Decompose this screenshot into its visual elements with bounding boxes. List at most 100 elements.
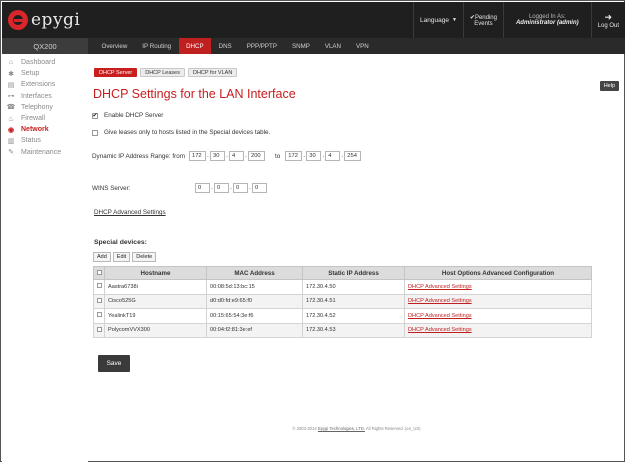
range-to-octet-3[interactable]: 4 (325, 151, 341, 161)
sidebar-item-label: Firewall (21, 115, 46, 123)
delete-button[interactable]: Delete (132, 252, 157, 262)
col-host-options[interactable]: Host Options Advanced Configuration (404, 266, 592, 280)
row-checkbox[interactable] (96, 312, 102, 318)
special-only-row: Give leases only to hosts listed in the … (92, 129, 270, 136)
col-static-ip[interactable]: Static IP Address (302, 266, 405, 280)
epygi-logo[interactable]: epygi (8, 8, 80, 32)
tab-ip-routing[interactable]: IP Routing (135, 38, 179, 54)
special-only-checkbox[interactable] (92, 129, 98, 136)
row-select-cell (93, 308, 105, 324)
range-from-octet-4[interactable]: 200 (247, 151, 265, 161)
range-to-input: 172. 30. 4. 254 (285, 151, 362, 161)
wins-input: 0. 0. 0. 0 (195, 183, 267, 193)
dashboard-icon: ⌂ (8, 59, 14, 67)
edit-button[interactable]: Edit (112, 252, 131, 262)
ip-cell: 172.30.4.53 (302, 322, 405, 338)
row-checkbox[interactable] (96, 297, 102, 303)
col-mac[interactable]: MAC Address (206, 266, 303, 280)
chart-icon: ▥ (7, 137, 15, 145)
globe-icon: ◉ (7, 126, 15, 134)
ip-cell: 172.30.4.51 (302, 293, 405, 309)
tab-vlan[interactable]: VLAN (317, 38, 348, 54)
pending-events-button[interactable]: ✔Pending Events (462, 2, 503, 38)
enable-dhcp-checkbox[interactable]: ✔ (92, 112, 98, 119)
subtab-dhcp-server[interactable]: DHCP Server (94, 68, 138, 77)
col-hostname[interactable]: Hostname (104, 266, 207, 280)
table-row[interactable]: PolycomVVX300 00:04:f2:81:3e:ef 172.30.4… (93, 322, 592, 338)
wins-octet-3[interactable]: 0 (233, 183, 248, 193)
tab-dhcp[interactable]: DHCP (178, 38, 212, 54)
wins-label: WINS Server: (92, 184, 131, 192)
save-button[interactable]: Save (98, 355, 130, 372)
range-from-octet-3[interactable]: 4 (228, 151, 244, 161)
ip-range-row: Dynamic IP Address Range: from 172. 30. … (92, 151, 362, 161)
sub-tabs: DHCP Server DHCP Leases DHCP for VLAN (94, 68, 238, 77)
row-advanced-link[interactable]: DHCP Advanced Settings (408, 284, 472, 290)
device-title: QX200 (2, 38, 88, 54)
range-to-octet-1[interactable]: 172 (285, 151, 303, 161)
sidebar-item-label: Setup (21, 70, 40, 78)
sidebar-item-dashboard[interactable]: ⌂ Dashboard (2, 57, 88, 68)
range-from-input: 172. 30. 4. 200 (188, 151, 265, 161)
wins-row: WINS Server: 0. 0. 0. 0 (92, 183, 267, 193)
range-from-octet-1[interactable]: 172 (188, 151, 206, 161)
footer-rights: All Rights Reserved. (en_US) (365, 426, 421, 431)
sidebar-item-extensions[interactable]: ▤ Extensions (2, 79, 88, 90)
main-content: DHCP Server DHCP Leases DHCP for VLAN He… (88, 54, 625, 462)
sidebar-item-firewall[interactable]: ♨ Firewall (2, 113, 88, 124)
mac-cell: 00:04:f2:81:3e:ef (206, 322, 303, 338)
add-button[interactable]: Add (93, 252, 111, 262)
subtab-dhcp-for-vlan[interactable]: DHCP for VLAN (187, 68, 238, 77)
language-dropdown[interactable]: Language ▼ (413, 2, 463, 38)
select-all-checkbox[interactable] (96, 269, 102, 275)
logout-button[interactable]: ➜ Log Out (590, 2, 625, 38)
tab-dns[interactable]: DNS (211, 38, 239, 54)
row-checkbox[interactable] (96, 283, 102, 289)
table-row[interactable]: YealinkT19 00:15:65:54:3e:f6 172.30.4.52… (93, 308, 592, 324)
table-row[interactable]: Aastra6738i 00:08:5d:13:bc:15 172.30.4.5… (93, 279, 592, 295)
sidebar-item-label: Interfaces (21, 92, 52, 100)
row-checkbox[interactable] (96, 326, 102, 332)
range-to-label: to (274, 152, 281, 160)
tab-snmp[interactable]: SNMP (284, 38, 317, 54)
special-devices-heading: Special devices: (94, 239, 147, 246)
tab-vpn[interactable]: VPN (349, 38, 377, 54)
network-icon: ⊶ (7, 93, 15, 101)
row-advanced-link[interactable]: DHCP Advanced Settings (408, 327, 472, 333)
sidebar-item-label: Network (21, 126, 49, 134)
footer: © 2003-2014 Epygi Technologies, LTD. All… (88, 426, 625, 431)
select-all-cell (93, 266, 105, 280)
tab-ppp-pptp[interactable]: PPP/PPTP (239, 38, 284, 54)
range-to-octet-4[interactable]: 254 (344, 151, 362, 161)
hostname-cell: YealinkT19 (104, 308, 207, 324)
sidebar-item-status[interactable]: ▥ Status (2, 135, 88, 146)
tab-overview[interactable]: Overview (94, 38, 135, 54)
hostname-cell: PolycomVVX300 (104, 322, 207, 338)
adv-cell: DHCP Advanced Settings (404, 308, 592, 324)
logo-text: epygi (31, 10, 81, 30)
range-from-octet-2[interactable]: 30 (209, 151, 225, 161)
enable-dhcp-label: Enable DHCP Server (104, 112, 164, 119)
sidebar-item-telephony[interactable]: ☎ Telephony (2, 102, 88, 113)
row-advanced-link[interactable]: DHCP Advanced Settings (408, 313, 472, 319)
sidebar-item-network[interactable]: ◉ Network (2, 124, 88, 135)
table-row[interactable]: Cisco525G d0:d0:fd:e9:65:f0 172.30.4.51 … (93, 293, 592, 309)
wins-octet-4[interactable]: 0 (252, 183, 267, 193)
wins-octet-1[interactable]: 0 (195, 183, 210, 193)
sidebar-item-setup[interactable]: ✱ Setup (2, 68, 88, 79)
help-button[interactable]: Help (599, 81, 619, 91)
dhcp-advanced-settings-link[interactable]: DHCP Advanced Settings (94, 209, 166, 216)
sidebar-item-maintenance[interactable]: ✎ Maintenance (2, 147, 88, 158)
adv-cell: DHCP Advanced Settings (404, 322, 592, 338)
wins-octet-2[interactable]: 0 (214, 183, 229, 193)
table-header-row: Hostname MAC Address Static IP Address H… (93, 266, 592, 280)
ip-range-label: Dynamic IP Address Range: from (92, 152, 185, 160)
subtab-dhcp-leases[interactable]: DHCP Leases (140, 68, 185, 77)
footer-company-link[interactable]: Epygi Technologies, LTD. (318, 426, 365, 431)
range-to-octet-2[interactable]: 30 (306, 151, 322, 161)
row-advanced-link[interactable]: DHCP Advanced Settings (408, 298, 472, 304)
gear-icon: ✱ (8, 70, 14, 78)
phone-icon: ☎ (6, 104, 16, 112)
sidebar-item-interfaces[interactable]: ⊶ Interfaces (2, 91, 88, 102)
adv-cell: DHCP Advanced Settings (404, 279, 592, 295)
